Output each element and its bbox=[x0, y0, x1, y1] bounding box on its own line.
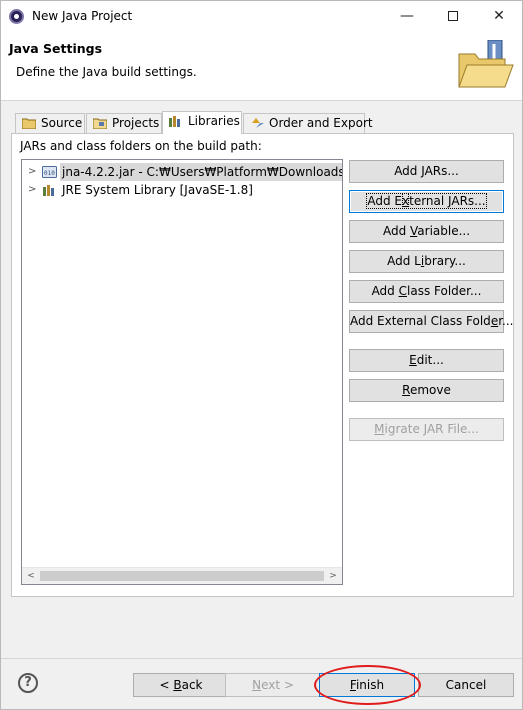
cancel-button[interactable]: Cancel bbox=[418, 673, 514, 697]
tab-order-and-export[interactable]: Order and Export bbox=[243, 113, 373, 133]
close-button[interactable]: ✕ bbox=[476, 1, 522, 31]
add-external-class-folder-button[interactable]: Add External Class Folder... bbox=[349, 310, 513, 333]
add-library-button[interactable]: Add Library... bbox=[349, 250, 504, 273]
horizontal-scrollbar[interactable]: < > bbox=[22, 567, 342, 584]
eclipse-icon bbox=[9, 9, 24, 24]
tab-projects[interactable]: Projects bbox=[86, 113, 162, 133]
scroll-right-icon[interactable]: > bbox=[326, 570, 340, 583]
scroll-thumb[interactable] bbox=[40, 571, 324, 581]
window-title: New Java Project bbox=[32, 9, 133, 23]
projects-icon bbox=[93, 118, 107, 129]
scroll-left-icon[interactable]: < bbox=[24, 570, 38, 583]
expand-chevron-icon[interactable]: > bbox=[28, 163, 38, 181]
tab-libraries[interactable]: Libraries bbox=[162, 111, 242, 134]
footer-divider bbox=[1, 658, 522, 659]
build-path-tree[interactable]: > 010 jna-4.2.2.jar - C:₩Users₩Platform₩… bbox=[21, 159, 343, 585]
tab-libraries-label: Libraries bbox=[188, 114, 240, 128]
order-export-icon bbox=[252, 118, 264, 128]
minimize-button[interactable]: — bbox=[384, 1, 430, 31]
maximize-button[interactable] bbox=[430, 1, 476, 31]
title-bar: New Java Project — ✕ bbox=[1, 1, 522, 31]
migrate-jar-file-button[interactable]: Migrate JAR File... bbox=[349, 418, 504, 441]
help-icon[interactable]: ? bbox=[18, 673, 38, 693]
libraries-tab-panel: JARs and class folders on the build path… bbox=[11, 133, 514, 597]
maximize-icon bbox=[448, 11, 458, 21]
tab-order-export-label: Order and Export bbox=[269, 116, 373, 130]
add-external-jars-button[interactable]: Add External JARs... bbox=[349, 190, 504, 213]
add-class-folder-button[interactable]: Add Class Folder... bbox=[349, 280, 504, 303]
tree-item-label: JRE System Library [JavaSE-1.8] bbox=[62, 183, 253, 197]
page-title: Java Settings bbox=[9, 41, 103, 56]
expand-chevron-icon[interactable]: > bbox=[28, 181, 38, 199]
tree-item-label: jna-4.2.2.jar - C:₩Users₩Platform₩Downlo… bbox=[60, 163, 342, 181]
finish-button[interactable]: Finish bbox=[319, 673, 415, 697]
tree-item-jre-system-library[interactable]: > JRE System Library [JavaSE-1.8] bbox=[22, 181, 342, 199]
tab-source-label: Source bbox=[41, 116, 83, 130]
java-project-folder-icon bbox=[458, 40, 514, 88]
back-button[interactable]: < Back bbox=[133, 673, 229, 697]
tree-item-jna-jar[interactable]: > 010 jna-4.2.2.jar - C:₩Users₩Platform₩… bbox=[22, 163, 342, 181]
wizard-header: Java Settings Define the Java build sett… bbox=[1, 31, 522, 101]
add-jars-button[interactable]: Add JARs... bbox=[349, 160, 504, 183]
new-java-project-dialog: New Java Project — ✕ Java Settings Defin… bbox=[0, 0, 523, 710]
tab-source[interactable]: Source bbox=[15, 113, 85, 133]
jar-icon: 010 bbox=[42, 166, 57, 178]
source-folder-icon bbox=[22, 118, 36, 129]
build-path-label: JARs and class folders on the build path… bbox=[20, 139, 262, 153]
tab-projects-label: Projects bbox=[112, 116, 160, 130]
edit-button[interactable]: Edit... bbox=[349, 349, 504, 372]
next-button[interactable]: Next > bbox=[225, 673, 321, 697]
libraries-panel-container: Source Projects Libraries Order and Expo… bbox=[11, 111, 514, 597]
libraries-icon bbox=[169, 116, 180, 127]
remove-button[interactable]: Remove bbox=[349, 379, 504, 402]
svg-text:010: 010 bbox=[44, 170, 55, 177]
library-icon bbox=[43, 185, 54, 196]
page-description: Define the Java build settings. bbox=[16, 65, 197, 79]
add-variable-button[interactable]: Add Variable... bbox=[349, 220, 504, 243]
